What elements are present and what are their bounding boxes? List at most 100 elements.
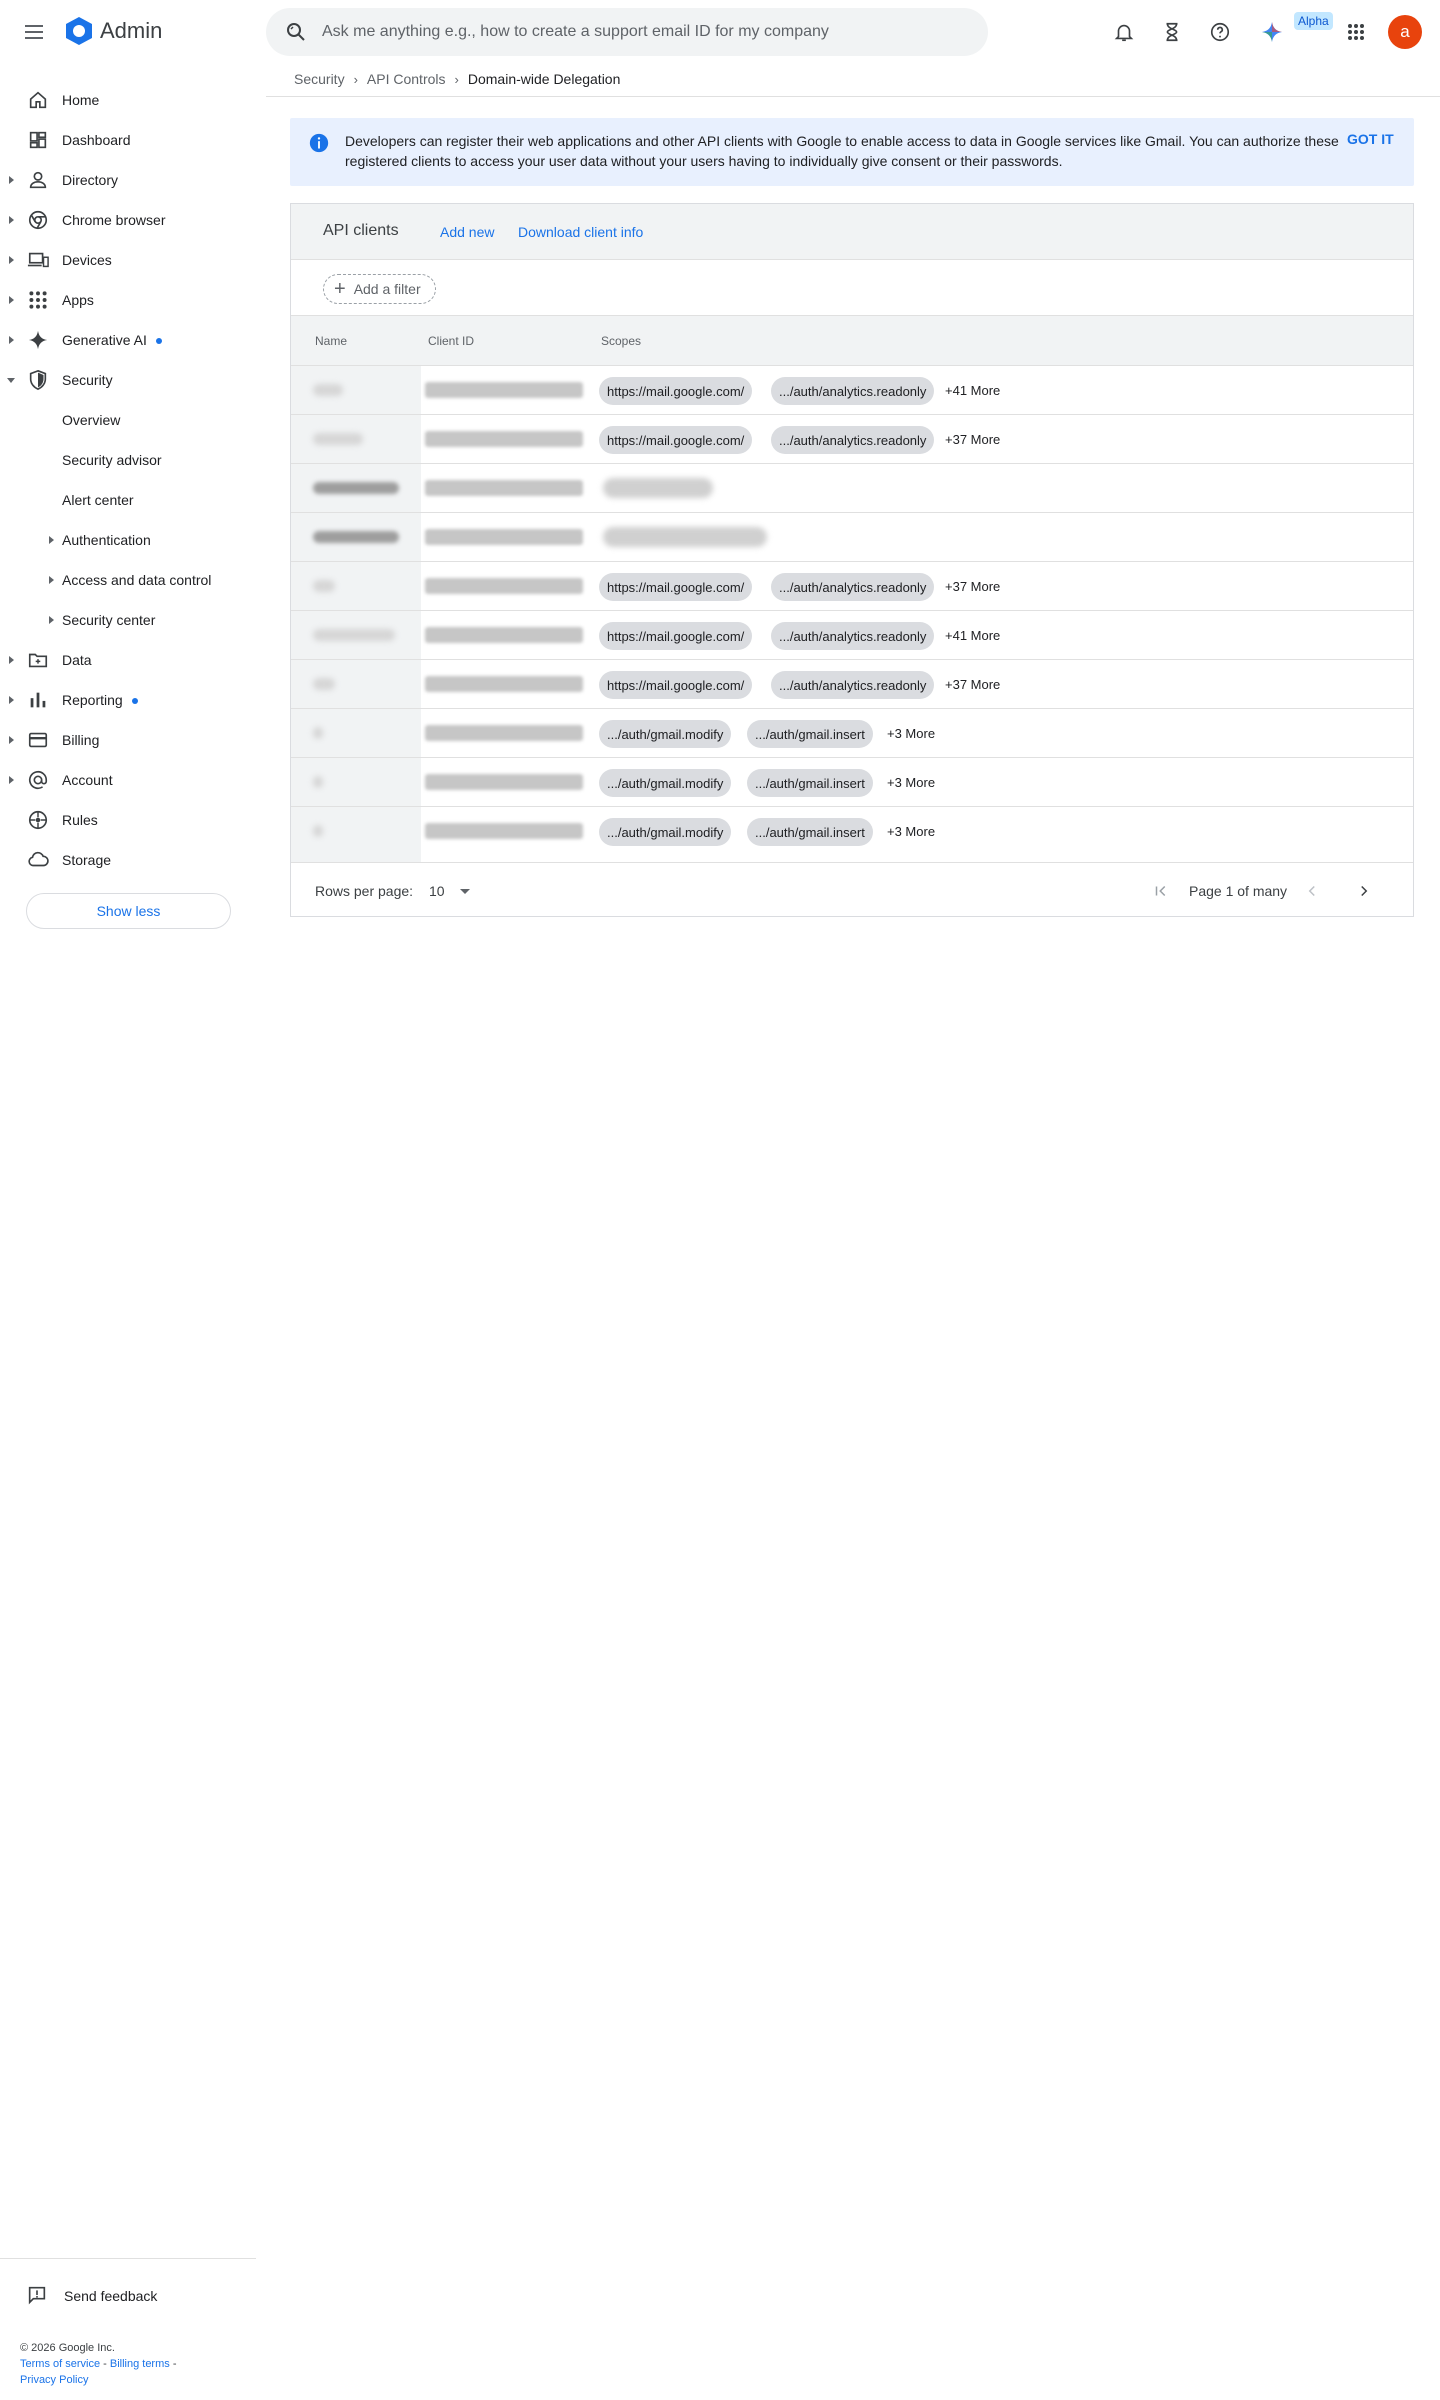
send-feedback-button[interactable]: Send feedback [26,2280,157,2312]
sidebar-subitem-security-center[interactable]: Security center [0,600,256,640]
first-page-icon[interactable] [1149,879,1173,903]
expand-arrow-icon[interactable] [9,696,14,704]
scope-chip[interactable]: .../auth/gmail.modify [599,769,732,797]
expand-arrow-icon[interactable] [9,336,14,344]
sidebar-item-generative-ai[interactable]: Generative AI [0,320,256,360]
hamburger-menu-icon[interactable] [22,20,46,44]
privacy-link[interactable]: Privacy Policy [20,2374,88,2386]
sidebar-item-account[interactable]: Account [0,760,256,800]
sidebar-item-home[interactable]: Home [0,80,256,120]
gemini-sparkle-icon[interactable] [1258,18,1286,46]
table-row[interactable]: https://mail.google.com/ .../auth/analyt… [291,562,1413,611]
sidebar-subitem-overview[interactable]: Overview [0,400,256,440]
table-row[interactable]: .../auth/gmail.modify .../auth/gmail.ins… [291,807,1413,862]
sidebar-item-security[interactable]: Security [0,360,256,400]
expand-arrow-icon[interactable] [49,536,54,544]
previous-page-icon[interactable] [1300,879,1324,903]
add-filter-button[interactable]: + Add a filter [323,274,436,304]
scope-chip[interactable]: .../auth/analytics.readonly [771,573,935,601]
billing-terms-link[interactable]: Billing terms [110,2358,170,2370]
scope-chip[interactable]: .../auth/gmail.modify [599,720,732,748]
scope-chip[interactable]: .../auth/analytics.readonly [771,671,935,699]
expand-arrow-icon[interactable] [49,616,54,624]
expand-arrow-icon[interactable] [9,216,14,224]
admin-logo[interactable]: Admin [64,16,162,46]
scope-chip[interactable]: .../auth/analytics.readonly [771,622,935,650]
column-header-name[interactable]: Name [315,334,347,348]
more-scopes-link[interactable]: +37 More [945,432,1000,447]
terms-link[interactable]: Terms of service [20,2358,100,2370]
help-icon[interactable] [1206,18,1234,46]
notifications-bell-icon[interactable] [1110,18,1138,46]
sidebar-item-chrome-browser[interactable]: Chrome browser [0,200,256,240]
sidebar-subitem-authentication[interactable]: Authentication [0,520,256,560]
more-scopes-link[interactable]: +3 More [887,726,935,741]
scope-chip[interactable]: .../auth/gmail.insert [747,769,873,797]
scope-chip[interactable]: https://mail.google.com/ [599,573,753,601]
sidebar-item-directory[interactable]: Directory [0,160,256,200]
table-row[interactable] [291,464,1413,513]
expand-arrow-icon[interactable] [9,296,14,304]
show-less-button[interactable]: Show less [26,893,231,929]
expand-arrow-icon[interactable] [9,176,14,184]
got-it-button[interactable]: GOT IT [1347,131,1394,147]
more-scopes-link[interactable]: +41 More [945,628,1000,643]
expand-arrow-icon[interactable] [9,736,14,744]
add-filter-label: Add a filter [353,281,421,297]
avatar[interactable]: a [1388,15,1422,49]
more-scopes-link[interactable]: +41 More [945,383,1000,398]
more-scopes-link[interactable]: +37 More [945,579,1000,594]
scope-chip[interactable]: https://mail.google.com/ [599,377,753,405]
scope-chip[interactable]: .../auth/gmail.insert [747,720,873,748]
scope-chip[interactable]: https://mail.google.com/ [599,622,753,650]
rows-per-page-select[interactable]: 10 [429,883,445,899]
expand-arrow-icon[interactable] [9,256,14,264]
top-bar: Admin Alpha a [0,0,1440,64]
add-new-link[interactable]: Add new [440,224,494,240]
redacted-client-id [425,725,583,741]
sidebar-item-storage[interactable]: Storage [0,840,256,880]
next-page-icon[interactable] [1352,879,1376,903]
dropdown-caret-icon[interactable] [460,889,470,894]
footer-links-line-1: Terms of service - Billing terms - [20,2356,177,2372]
sidebar-item-rules[interactable]: Rules [0,800,256,840]
table-row[interactable]: https://mail.google.com/ .../auth/analyt… [291,660,1413,709]
table-row[interactable]: https://mail.google.com/ .../auth/analyt… [291,366,1413,415]
scope-chip[interactable]: .../auth/gmail.insert [747,818,873,846]
collapse-arrow-icon[interactable] [7,378,15,383]
breadcrumb-security[interactable]: Security [294,71,345,87]
sidebar-subitem-alert-center[interactable]: Alert center [0,480,256,520]
expand-arrow-icon[interactable] [9,656,14,664]
expand-arrow-icon[interactable] [49,576,54,584]
sidebar-subitem-security-advisor[interactable]: Security advisor [0,440,256,480]
download-client-info-link[interactable]: Download client info [518,224,643,240]
column-header-client-id[interactable]: Client ID [428,334,474,348]
scope-chip[interactable]: .../auth/analytics.readonly [771,426,935,454]
table-row[interactable]: .../auth/gmail.modify .../auth/gmail.ins… [291,758,1413,807]
breadcrumb-api-controls[interactable]: API Controls [367,71,446,87]
apps-grid-icon[interactable] [1342,18,1370,46]
scope-chip[interactable]: .../auth/analytics.readonly [771,377,935,405]
search-bar[interactable] [266,8,988,56]
table-row[interactable]: https://mail.google.com/ .../auth/analyt… [291,415,1413,464]
more-scopes-link[interactable]: +3 More [887,824,935,839]
more-scopes-link[interactable]: +37 More [945,677,1000,692]
sidebar-item-billing[interactable]: Billing [0,720,256,760]
table-row[interactable] [291,513,1413,562]
expand-arrow-icon[interactable] [9,776,14,784]
scope-chip[interactable]: .../auth/gmail.modify [599,818,732,846]
sidebar-item-dashboard[interactable]: Dashboard [0,120,256,160]
sidebar-item-devices[interactable]: Devices [0,240,256,280]
scope-chip[interactable]: https://mail.google.com/ [599,671,753,699]
sidebar-divider [0,2258,256,2259]
sidebar-subitem-access-and-data-control[interactable]: Access and data control [0,560,256,600]
table-row[interactable]: .../auth/gmail.modify .../auth/gmail.ins… [291,709,1413,758]
sidebar-item-reporting[interactable]: Reporting [0,680,256,720]
table-row[interactable]: https://mail.google.com/ .../auth/analyt… [291,611,1413,660]
sidebar-item-data[interactable]: Data [0,640,256,680]
more-scopes-link[interactable]: +3 More [887,775,935,790]
search-input[interactable] [322,20,962,44]
scope-chip[interactable]: https://mail.google.com/ [599,426,753,454]
sidebar-item-apps[interactable]: Apps [0,280,256,320]
hourglass-icon[interactable] [1158,18,1186,46]
